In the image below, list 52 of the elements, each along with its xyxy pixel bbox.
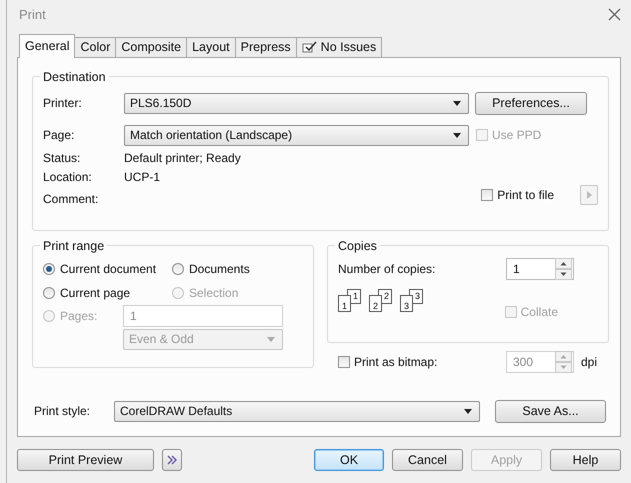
copies-field[interactable]: 1 <box>506 258 574 280</box>
tab[interactable]: Color <box>74 36 116 57</box>
group-title: Destination <box>42 70 107 84</box>
caret-icon <box>453 100 461 106</box>
page-sheet: 1 <box>338 295 351 312</box>
print-style-dropdown[interactable]: CorelDRAW Defaults <box>114 400 480 422</box>
pages-field[interactable]: 1 <box>123 304 283 327</box>
tab[interactable]: No Issues <box>296 36 382 57</box>
caret-icon <box>453 132 461 138</box>
tab[interactable]: Composite <box>115 36 188 57</box>
print-to-file-checkbox[interactable]: Print to file <box>481 188 554 202</box>
unit-label: dpi <box>580 354 597 369</box>
radio-button[interactable] <box>172 262 184 275</box>
radio-button[interactable] <box>43 262 55 275</box>
radio-label[interactable]: Current page <box>60 286 130 300</box>
tab[interactable]: Prepress <box>234 36 297 57</box>
tab[interactable]: General <box>19 34 76 58</box>
check-icon <box>302 41 317 54</box>
ok-button[interactable]: OK <box>314 449 384 472</box>
dialog-button[interactable]: Cancel <box>392 449 463 472</box>
caret-icon <box>267 336 275 342</box>
status-value: Default printer; Ready <box>124 150 241 165</box>
field-label: Status: <box>43 150 82 165</box>
field-label: Print style: <box>34 404 92 418</box>
double-arrow-icon <box>166 455 178 466</box>
window-title: Print <box>19 7 46 22</box>
field-label: Page: <box>43 128 76 142</box>
page-sheet: 2 <box>369 295 382 312</box>
printer-dropdown[interactable]: PLS6.150D <box>124 92 469 114</box>
location-value: UCP-1 <box>124 170 160 184</box>
expand-button[interactable] <box>162 449 182 472</box>
field-label: Comment: <box>43 192 100 206</box>
print-preview-button[interactable]: Print Preview <box>17 449 154 472</box>
field-label: Number of copies: <box>338 262 436 276</box>
print-as-bitmap-checkbox[interactable]: Print as bitmap: <box>338 354 438 369</box>
radio-label[interactable]: Current document <box>60 262 156 276</box>
close-icon[interactable] <box>608 8 621 22</box>
group-title: Copies <box>337 238 378 253</box>
caret-icon <box>464 408 472 414</box>
dialog-button[interactable]: Help <box>550 449 621 472</box>
play-icon <box>586 190 592 199</box>
tab[interactable]: Layout <box>186 36 236 57</box>
spin-buttons-icon[interactable] <box>555 258 572 280</box>
radio-label[interactable]: Documents <box>189 262 250 276</box>
preferences-button[interactable]: Preferences... <box>475 92 587 115</box>
field-label: Location: <box>43 170 93 184</box>
field-label: Printer: <box>43 96 83 110</box>
radio-button[interactable] <box>43 286 55 299</box>
page-sheet: 3 <box>400 295 413 312</box>
group-title: Print range <box>42 238 106 253</box>
save-as-button[interactable]: Save As... <box>495 400 606 423</box>
page-dropdown[interactable]: Match orientation (Landscape) <box>124 124 469 146</box>
